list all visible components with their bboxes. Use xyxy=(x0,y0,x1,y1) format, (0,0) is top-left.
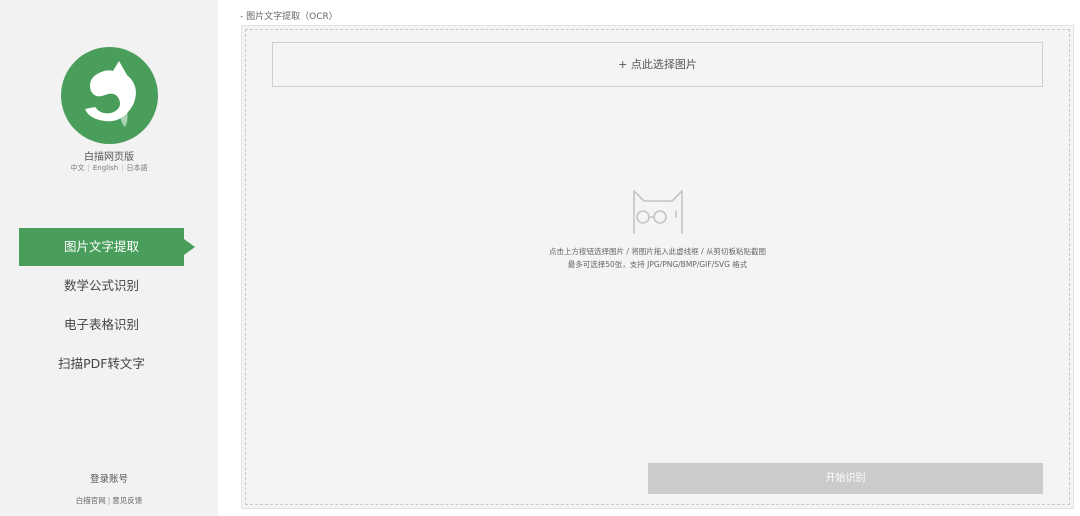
drop-hint-formats: 最多可选择50张，支持 JPG/PNG/BMP/GIF/SVG 格式 xyxy=(567,260,748,269)
drop-hint-primary: 点击上方按钮选择图片 / 将图片拖入此虚线框 / 从剪切板粘贴截图 xyxy=(548,247,767,256)
lang-separator: | xyxy=(87,164,90,172)
cat-glasses-icon xyxy=(633,190,683,234)
language-switcher: 中文 | English | 日本語 xyxy=(0,163,218,173)
page-title: - 图片文字提取（OCR） xyxy=(240,12,338,22)
cat-s-logo-icon xyxy=(61,47,158,144)
sidebar-nav: 图片文字提取 数学公式识别 电子表格识别 扫描PDF转文字 xyxy=(0,228,218,383)
nav-item-pdf-to-text[interactable]: 扫描PDF转文字 xyxy=(19,345,184,383)
start-recognition-button[interactable]: 开始识别 xyxy=(648,463,1043,494)
lang-japanese[interactable]: 日本語 xyxy=(127,164,148,172)
login-link[interactable]: 登录账号 xyxy=(0,471,218,485)
footer-separator: | xyxy=(107,496,111,505)
official-site-link[interactable]: 白描官网 xyxy=(76,496,106,505)
feedback-link[interactable]: 意见反馈 xyxy=(112,496,142,505)
lang-separator: | xyxy=(121,164,124,172)
nav-item-spreadsheet[interactable]: 电子表格识别 xyxy=(19,306,184,344)
select-image-button[interactable]: + 点此选择图片 xyxy=(272,42,1043,87)
footer-links: 白描官网 | 意见反馈 xyxy=(0,495,218,506)
nav-item-math-formula[interactable]: 数学公式识别 xyxy=(19,267,184,305)
lang-english[interactable]: English xyxy=(93,164,118,172)
lang-chinese[interactable]: 中文 xyxy=(71,164,85,172)
brand-name: 白描网页版 xyxy=(84,152,134,163)
sidebar: 白描网页版 中文 | English | 日本語 图片文字提取 数学公式识别 电子表格识… xyxy=(0,0,218,516)
nav-item-image-ocr[interactable]: 图片文字提取 xyxy=(19,228,195,266)
